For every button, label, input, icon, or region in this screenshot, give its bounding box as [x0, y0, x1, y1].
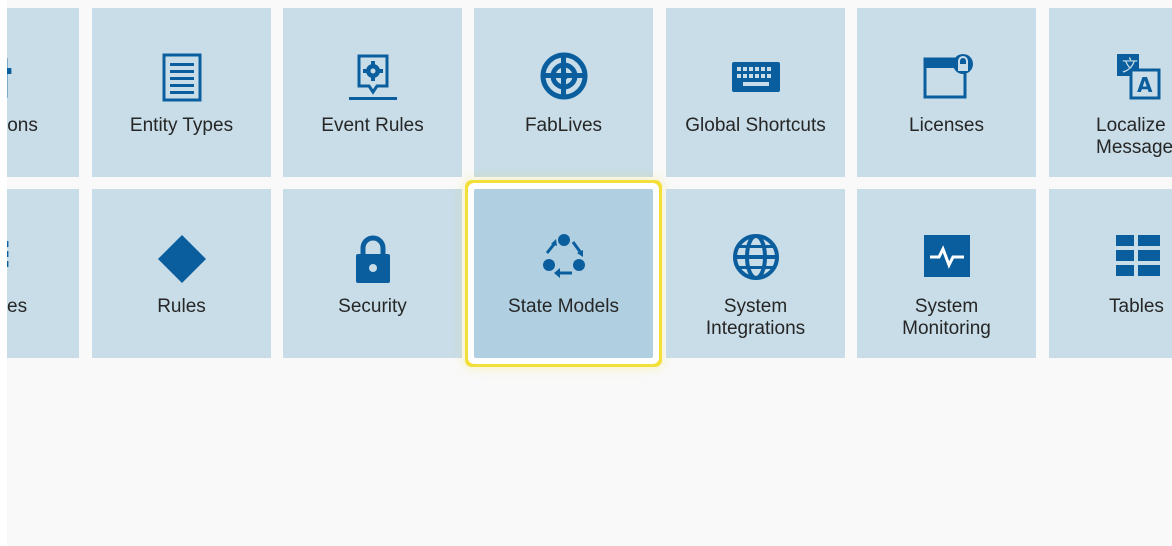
- target-icon: [474, 52, 653, 104]
- tile-event-rules[interactable]: Event Rules: [283, 8, 462, 177]
- keyboard-icon: [666, 52, 845, 104]
- tile-label: Licenses: [909, 115, 984, 136]
- translate-icon: 文 A: [1049, 52, 1172, 104]
- tile-system-integrations[interactable]: System Integrations: [666, 189, 845, 358]
- padlock-icon: [283, 233, 462, 285]
- window-lock-icon: [857, 52, 1036, 104]
- globe-icon: [666, 233, 845, 285]
- admin-tile-grid: ions Entity Types: [7, 0, 1172, 546]
- tile-partial-left-bottom[interactable]: es: [7, 189, 79, 358]
- tile-label: System Integrations: [705, 296, 806, 339]
- tile-label: Global Shortcuts: [685, 115, 826, 136]
- table-grid-icon: [1049, 233, 1172, 285]
- list-icon: [7, 233, 79, 285]
- document-list-icon: [92, 52, 271, 104]
- tile-fablives[interactable]: FabLives: [474, 8, 653, 177]
- diamond-icon: [92, 233, 271, 285]
- tile-localize-messages[interactable]: 文 A Localize Message: [1049, 8, 1172, 177]
- tile-label: es: [7, 296, 28, 317]
- tile-security[interactable]: Security: [283, 189, 462, 358]
- tile-tables[interactable]: Tables: [1049, 189, 1172, 358]
- partial-icon: [7, 52, 79, 104]
- tile-label: Entity Types: [129, 115, 234, 136]
- cycle-icon: [474, 233, 653, 285]
- tile-label: ions: [7, 115, 38, 136]
- tile-partial-left-top[interactable]: ions: [7, 8, 79, 177]
- tile-label: State Models: [508, 296, 619, 317]
- tile-label: Security: [338, 296, 407, 317]
- heartbeat-monitor-icon: [857, 233, 1036, 285]
- event-gear-icon: [283, 52, 462, 104]
- tile-label: FabLives: [524, 115, 603, 136]
- tile-label: Tables: [1109, 296, 1164, 317]
- tile-entity-types[interactable]: Entity Types: [92, 8, 271, 177]
- tile-global-shortcuts[interactable]: Global Shortcuts: [666, 8, 845, 177]
- tile-licenses[interactable]: Licenses: [857, 8, 1036, 177]
- tile-label: Localize Message: [1096, 115, 1172, 158]
- tile-state-models[interactable]: State Models: [474, 189, 653, 358]
- tile-rules[interactable]: Rules: [92, 189, 271, 358]
- svg-text:A: A: [1137, 73, 1153, 97]
- tile-label: Rules: [157, 296, 206, 317]
- tile-label: System Monitoring: [902, 296, 991, 339]
- tile-system-monitoring[interactable]: System Monitoring: [857, 189, 1036, 358]
- tile-label: Event Rules: [321, 115, 424, 136]
